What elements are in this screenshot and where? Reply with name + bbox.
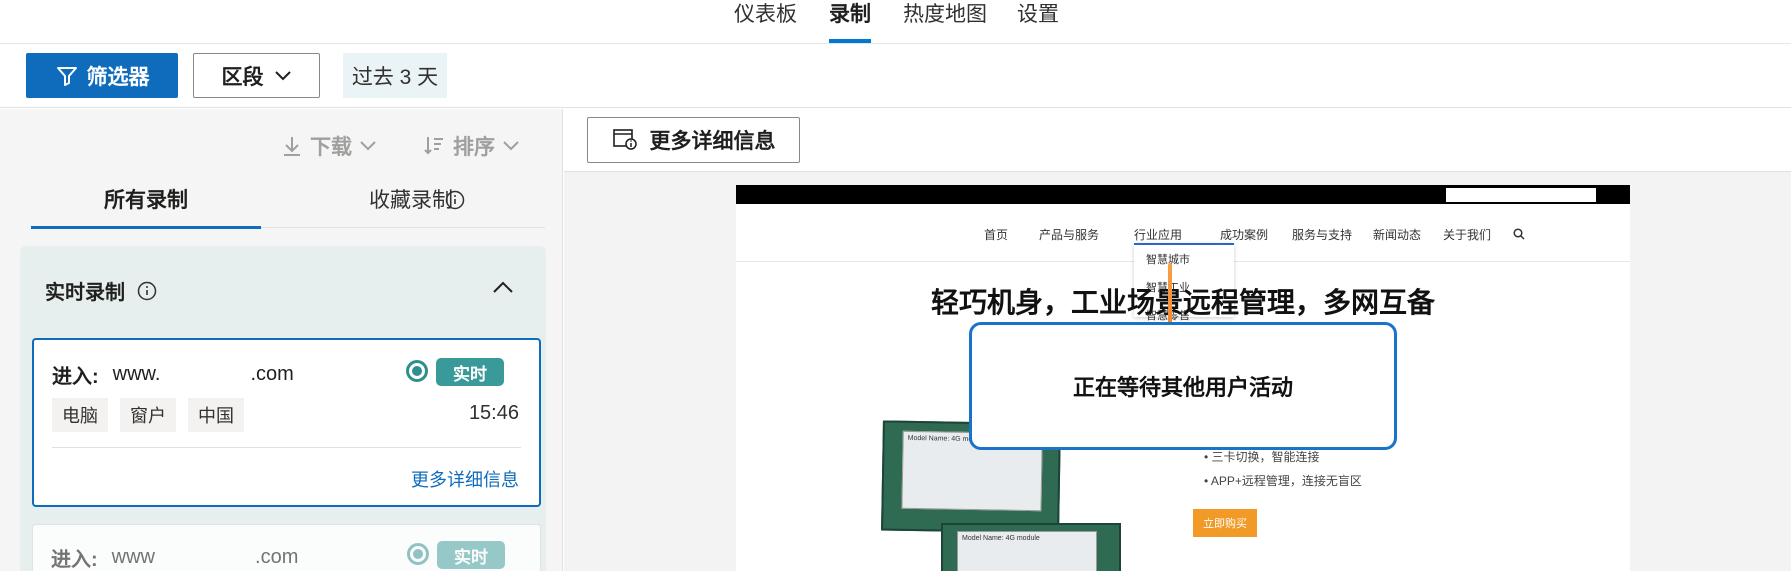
preview-nav-item: 新闻动态 xyxy=(1373,228,1422,242)
preview-bullets: • 三卡切换，智能连接 • APP+远程管理，连接无盲区 xyxy=(1204,445,1362,493)
info-icon[interactable] xyxy=(445,190,465,210)
tag-os: 窗户 xyxy=(120,398,176,432)
tab-dashboard[interactable]: 仪表板 xyxy=(734,0,797,44)
recording-subtabs: 所有录制 收藏录制 xyxy=(31,184,545,229)
player-toolbar: 更多详细信息 xyxy=(564,109,1791,172)
download-label: 下载 xyxy=(310,136,352,159)
preview-nav-item: 首页 xyxy=(984,228,1009,242)
waiting-overlay: 正在等待其他用户活动 xyxy=(969,322,1397,450)
time-range-pill[interactable]: 过去 3 天 xyxy=(343,53,447,98)
download-icon xyxy=(284,137,300,156)
tab-recordings[interactable]: 录制 xyxy=(829,0,871,44)
filter-icon xyxy=(56,66,77,86)
url-suffix: .com xyxy=(250,363,294,385)
recording-card[interactable]: 进入: www .com 实时 xyxy=(32,524,541,571)
preview-nav-item: 关于我们 xyxy=(1443,228,1492,242)
recording-player-panel: 更多详细信息 首页 产品与服务 行业应用 成功案例 服务与支持 新闻动态 关于我… xyxy=(564,109,1791,571)
chevron-up-icon[interactable] xyxy=(492,280,514,294)
search-icon xyxy=(1513,228,1525,240)
preview-nav-item: 成功案例 xyxy=(1220,228,1269,242)
recordings-list-panel: 下载 排序 所有录制 收藏录制 实时录制 进入: www. .com 实时 电脑… xyxy=(0,109,563,571)
chevron-down-icon xyxy=(503,141,519,151)
live-indicator-icon xyxy=(406,360,428,382)
more-details-link[interactable]: 更多详细信息 xyxy=(411,466,519,492)
details-icon xyxy=(612,129,637,150)
preview-buy-button: 立即购买 xyxy=(1193,509,1257,537)
url-suffix: .com xyxy=(255,546,299,568)
preview-dropdown-item: 智慧城市 xyxy=(1146,254,1190,266)
chevron-down-icon xyxy=(360,141,376,151)
realtime-title: 实时录制 xyxy=(45,282,125,304)
toolbar: 筛选器 区段 过去 3 天 xyxy=(0,44,1791,108)
preview-nav-item: 服务与支持 xyxy=(1292,228,1353,242)
live-indicator-icon xyxy=(407,543,429,565)
url-prefix: www. xyxy=(112,363,161,385)
sort-icon xyxy=(424,137,443,155)
tag-country: 中国 xyxy=(188,398,244,432)
entry-url: 进入: www. .com xyxy=(52,360,294,389)
module-label: Model Name: 4G module xyxy=(957,531,1097,571)
tab-settings[interactable]: 设置 xyxy=(1017,0,1059,44)
card-divider xyxy=(52,447,521,448)
segment-dropdown[interactable]: 区段 xyxy=(193,53,320,98)
entry-label: 进入: xyxy=(51,549,98,571)
tab-all-recordings[interactable]: 所有录制 xyxy=(31,184,261,229)
sort-label: 排序 xyxy=(453,136,495,159)
live-badge: 实时 xyxy=(436,358,504,386)
top-nav: 仪表板 录制 热度地图 设置 xyxy=(0,0,1791,44)
recording-time: 15:46 xyxy=(468,402,519,424)
segment-label: 区段 xyxy=(221,65,264,89)
preview-bullet: • APP+远程管理，连接无盲区 xyxy=(1204,474,1362,488)
entry-url: 进入: www .com xyxy=(51,543,298,571)
tab-heatmaps[interactable]: 热度地图 xyxy=(903,0,987,44)
realtime-header: 实时录制 xyxy=(45,276,157,305)
product-image: Model Name: 4G module xyxy=(941,523,1121,571)
tag-list: 电脑 窗户 中国 xyxy=(52,398,244,432)
realtime-recordings-section: 实时录制 进入: www. .com 实时 电脑 窗户 中国 15:46 更多详… xyxy=(20,246,546,571)
info-icon[interactable] xyxy=(137,281,157,301)
favorites-label: 收藏录制 xyxy=(369,189,453,212)
waiting-message: 正在等待其他用户活动 xyxy=(1072,375,1293,400)
live-badge: 实时 xyxy=(437,541,505,569)
session-preview: 首页 产品与服务 行业应用 成功案例 服务与支持 新闻动态 关于我们 智慧城市 … xyxy=(736,185,1630,571)
filter-label: 筛选器 xyxy=(86,65,150,89)
preview-nav-item: 产品与服务 xyxy=(1039,228,1100,242)
more-details-label: 更多详细信息 xyxy=(649,130,776,153)
preview-nav-item: 行业应用 xyxy=(1134,228,1183,242)
url-prefix: www xyxy=(111,546,156,568)
chevron-down-icon xyxy=(274,70,291,80)
download-button[interactable]: 下载 xyxy=(282,131,376,161)
filter-button[interactable]: 筛选器 xyxy=(26,53,178,98)
entry-label: 进入: xyxy=(52,366,99,388)
recording-card[interactable]: 进入: www. .com 实时 电脑 窗户 中国 15:46 更多详细信息 xyxy=(32,338,541,507)
sort-button[interactable]: 排序 xyxy=(423,131,519,161)
more-details-button[interactable]: 更多详细信息 xyxy=(587,117,800,163)
preview-headline: 轻巧机身，工业场景远程管理，多网互备 xyxy=(930,287,1435,318)
tag-device: 电脑 xyxy=(52,398,108,432)
redacted-area xyxy=(1446,188,1596,202)
